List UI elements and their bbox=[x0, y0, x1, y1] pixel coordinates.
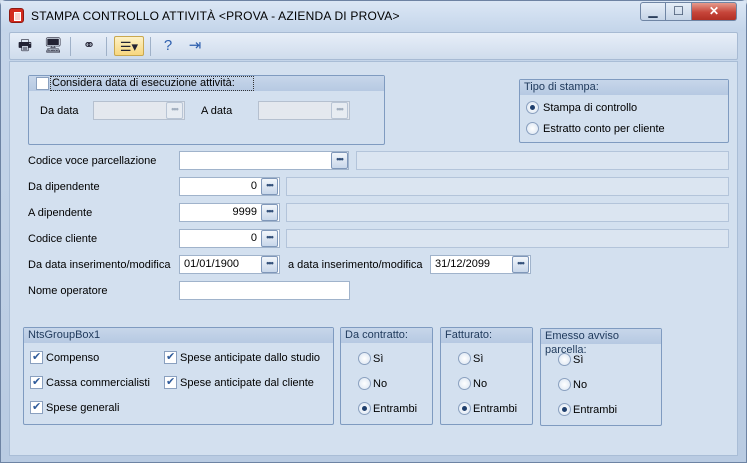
group-box-1-title: NtsGroupBox1 bbox=[24, 328, 333, 343]
from-date-lookup-button[interactable]: ••• bbox=[166, 102, 183, 119]
checkbox-compenso-label[interactable]: Compenso bbox=[46, 352, 99, 364]
checkbox-spese-cliente[interactable] bbox=[164, 375, 177, 389]
nome-operatore-label: Nome operatore bbox=[28, 285, 108, 297]
checkbox-compenso[interactable] bbox=[30, 350, 43, 364]
contratto-si-radio[interactable] bbox=[358, 352, 371, 365]
a-data-ins-label: a data inserimento/modifica bbox=[288, 259, 423, 271]
exit-icon[interactable]: ⇥ bbox=[184, 36, 206, 56]
avviso-no-label[interactable]: No bbox=[573, 379, 587, 391]
toolbar-separator bbox=[150, 37, 151, 56]
from-date-label: Da data bbox=[40, 105, 79, 117]
maximize-button[interactable]: ☐ bbox=[666, 2, 692, 21]
codice-cliente-label: Codice cliente bbox=[28, 233, 98, 245]
fatturato-si-radio[interactable] bbox=[458, 352, 471, 365]
checkbox-cassa-commercialisti[interactable] bbox=[30, 375, 43, 389]
codice-cliente-description bbox=[286, 229, 729, 248]
fatturato-group: Fatturato: Sì No Entrambi bbox=[440, 327, 533, 425]
nts-group-box-1: NtsGroupBox1 Compenso Cassa commercialis… bbox=[23, 327, 334, 425]
da-contratto-group: Da contratto: Sì No Entrambi bbox=[340, 327, 433, 425]
da-dipendente-description bbox=[286, 177, 729, 196]
contratto-entrambi-label[interactable]: Entrambi bbox=[373, 403, 417, 415]
minimize-button[interactable]: ▁ bbox=[640, 2, 666, 21]
fatturato-no-label[interactable]: No bbox=[473, 378, 487, 390]
avviso-parcella-title: Emesso avviso parcella: bbox=[541, 329, 661, 356]
fatturato-si-label[interactable]: Sì bbox=[473, 353, 483, 365]
codice-voce-description bbox=[356, 151, 729, 170]
close-button[interactable]: ✕ bbox=[692, 2, 737, 21]
a-dipendente-label: A dipendente bbox=[28, 207, 93, 219]
codice-voce-input[interactable] bbox=[179, 151, 349, 170]
checkbox-spese-studio-label[interactable]: Spese anticipate dallo studio bbox=[180, 352, 320, 364]
checkbox-spese-cliente-label[interactable]: Spese anticipate dal cliente bbox=[180, 377, 314, 389]
fatturato-entrambi-label[interactable]: Entrambi bbox=[473, 403, 517, 415]
checkbox-spese-generali[interactable] bbox=[30, 400, 43, 414]
printer-icon[interactable]: 🖶 bbox=[14, 36, 36, 56]
help-icon[interactable]: ? bbox=[157, 36, 179, 56]
radio-stampa-controllo[interactable] bbox=[526, 101, 539, 114]
list-options-icon[interactable]: ☰▾ bbox=[114, 36, 144, 56]
contratto-entrambi-radio[interactable] bbox=[358, 402, 371, 415]
avviso-entrambi-label[interactable]: Entrambi bbox=[573, 404, 617, 416]
exec-date-checkbox-label[interactable]: Considera data di esecuzione attività: bbox=[52, 77, 235, 89]
contratto-no-label[interactable]: No bbox=[373, 378, 387, 390]
window-title: STAMPA CONTROLLO ATTIVITÀ <PROVA - AZIEN… bbox=[31, 9, 400, 23]
radio-estratto-conto-label[interactable]: Estratto conto per cliente bbox=[543, 123, 665, 135]
exec-date-group: Considera data di esecuzione attività: D… bbox=[28, 75, 385, 145]
fatturato-title: Fatturato: bbox=[441, 328, 532, 343]
nome-operatore-input[interactable] bbox=[179, 281, 350, 300]
to-date-lookup-button[interactable]: ••• bbox=[331, 102, 348, 119]
main-window: STAMPA CONTROLLO ATTIVITÀ <PROVA - AZIEN… bbox=[0, 0, 747, 463]
avviso-no-radio[interactable] bbox=[558, 378, 571, 391]
contratto-si-label[interactable]: Sì bbox=[373, 353, 383, 365]
print-type-title: Tipo di stampa: bbox=[520, 80, 728, 95]
title-bar[interactable]: STAMPA CONTROLLO ATTIVITÀ <PROVA - AZIEN… bbox=[1, 1, 746, 31]
da-data-ins-calendar-button[interactable]: ••• bbox=[261, 256, 278, 273]
da-data-ins-label: Da data inserimento/modifica bbox=[28, 259, 171, 271]
a-dipendente-lookup-button[interactable]: ••• bbox=[261, 204, 278, 221]
toolbar-separator bbox=[70, 37, 71, 56]
checkbox-cassa-commercialisti-label[interactable]: Cassa commercialisti bbox=[46, 377, 150, 389]
da-dipendente-label: Da dipendente bbox=[28, 181, 100, 193]
da-contratto-title: Da contratto: bbox=[341, 328, 432, 343]
codice-cliente-lookup-button[interactable]: ••• bbox=[261, 230, 278, 247]
binoculars-icon[interactable]: ⚭ bbox=[78, 36, 100, 56]
a-data-ins-calendar-button[interactable]: ••• bbox=[512, 256, 529, 273]
avviso-si-radio[interactable] bbox=[558, 353, 571, 366]
form-area: Considera data di esecuzione attività: D… bbox=[9, 61, 738, 456]
a-dipendente-description bbox=[286, 203, 729, 222]
contratto-no-radio[interactable] bbox=[358, 377, 371, 390]
exec-date-checkbox[interactable] bbox=[36, 77, 49, 90]
checkbox-spese-generali-label[interactable]: Spese generali bbox=[46, 402, 119, 414]
print-type-group: Tipo di stampa: Stampa di controllo Estr… bbox=[519, 79, 729, 143]
toolbar-separator bbox=[106, 37, 107, 56]
monitor-icon[interactable]: 🖥 bbox=[42, 36, 64, 56]
checkbox-spese-studio[interactable] bbox=[164, 350, 177, 364]
radio-estratto-conto[interactable] bbox=[526, 122, 539, 135]
da-dipendente-lookup-button[interactable]: ••• bbox=[261, 178, 278, 195]
fatturato-entrambi-radio[interactable] bbox=[458, 402, 471, 415]
radio-stampa-controllo-label[interactable]: Stampa di controllo bbox=[543, 102, 637, 114]
toolbar: 🖶 🖥 ⚭ ☰▾ ? ⇥ bbox=[9, 32, 738, 60]
codice-voce-label: Codice voce parcellazione bbox=[28, 155, 157, 167]
avviso-entrambi-radio[interactable] bbox=[558, 403, 571, 416]
avviso-parcella-group: Emesso avviso parcella: Sì No Entrambi bbox=[540, 328, 662, 426]
to-date-label: A data bbox=[201, 105, 233, 117]
app-icon[interactable] bbox=[9, 8, 24, 23]
fatturato-no-radio[interactable] bbox=[458, 377, 471, 390]
codice-voce-lookup-button[interactable]: ••• bbox=[331, 152, 348, 169]
avviso-si-label[interactable]: Sì bbox=[573, 354, 583, 366]
